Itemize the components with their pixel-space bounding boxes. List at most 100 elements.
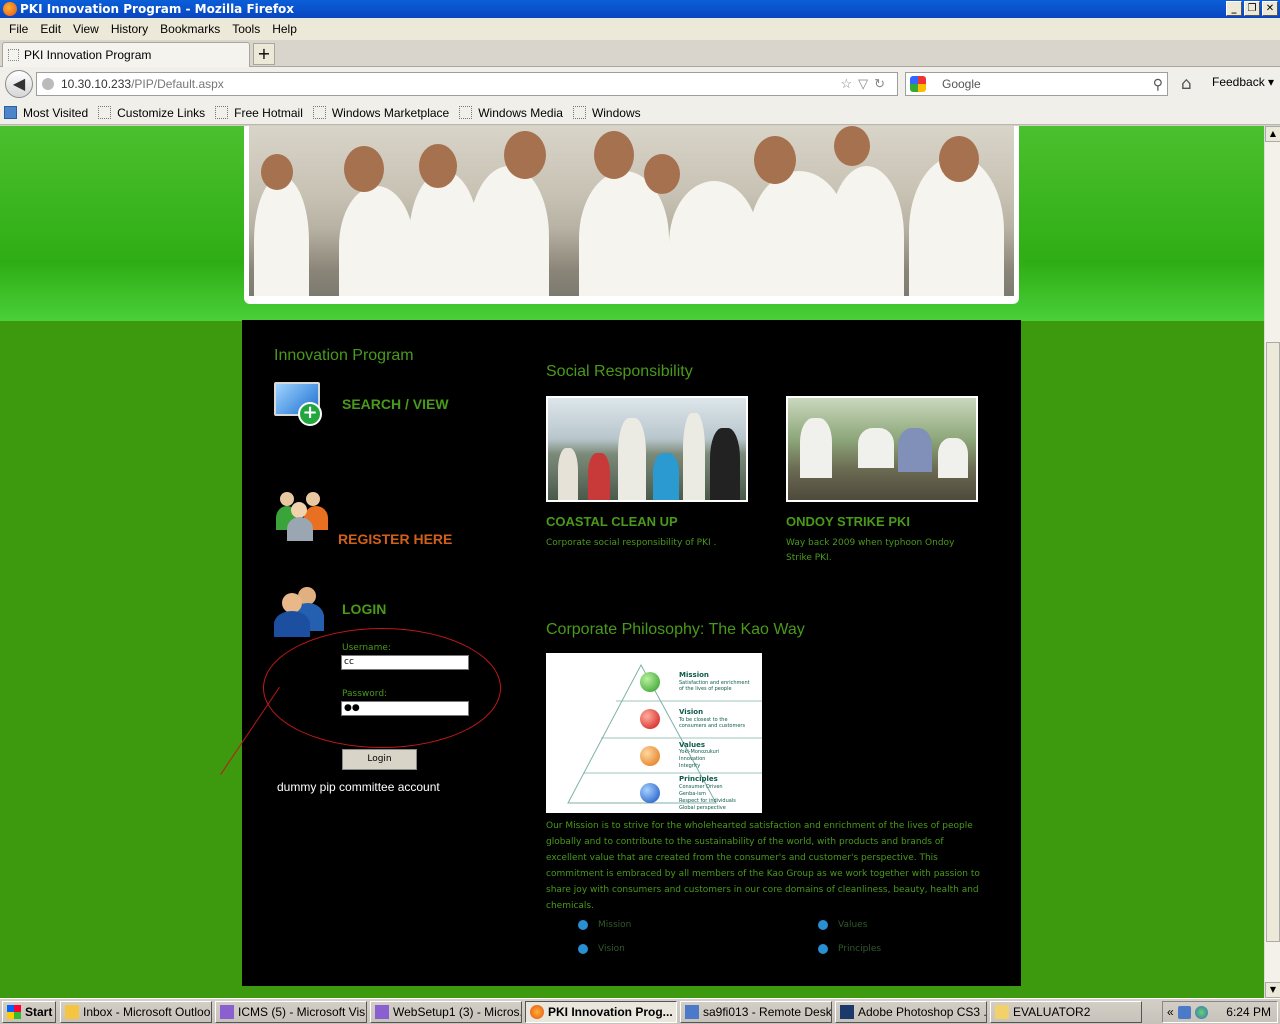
pyramid-vision-label: Vision	[679, 708, 704, 716]
network-icon[interactable]	[1177, 1005, 1191, 1019]
taskbar-item-websetup[interactable]: WebSetup1 (3) - Micros...	[370, 1000, 522, 1023]
monitor-add-icon[interactable]: +	[274, 382, 324, 426]
minimize-button[interactable]: _	[1226, 1, 1242, 16]
reload-icon[interactable]: ↻	[874, 76, 891, 91]
dropdown-arrow-icon[interactable]: ▽	[858, 76, 874, 91]
photo-person	[858, 428, 894, 468]
bookmark-star-icon[interactable]: ☆	[840, 76, 858, 91]
taskbar-item-remote-desktop[interactable]: sa9fi013 - Remote Desk...	[680, 1000, 832, 1023]
search-view-link[interactable]: SEARCH / VIEW	[342, 396, 449, 412]
taskbar-item-outlook[interactable]: Inbox - Microsoft Outlook	[60, 1000, 212, 1023]
taskbar-item-label: EVALUATOR2	[1013, 1004, 1091, 1019]
icon-head	[282, 593, 302, 613]
photo-person	[618, 418, 646, 500]
outlook-icon	[65, 1004, 79, 1019]
ondoy-strike-photo[interactable]	[786, 396, 978, 502]
remote-desktop-icon	[685, 1004, 699, 1019]
bookmark-customize-links[interactable]: Customize Links	[98, 106, 205, 120]
link-mission[interactable]: Mission	[578, 920, 631, 930]
home-icon[interactable]: ⌂	[1181, 74, 1192, 94]
windows-taskbar: Start Inbox - Microsoft Outlook ICMS (5)…	[0, 998, 1280, 1024]
register-here-link[interactable]: REGISTER HERE	[338, 531, 452, 547]
bullet-icon	[578, 920, 588, 930]
menu-file[interactable]: File	[3, 22, 34, 36]
photo-head	[594, 131, 634, 179]
menu-tools[interactable]: Tools	[226, 22, 266, 36]
ondoy-strike-title[interactable]: ONDOY STRIKE PKI	[786, 514, 910, 529]
globe-icon	[42, 78, 54, 90]
new-tab-button[interactable]: +	[253, 43, 275, 65]
photo-person	[254, 176, 309, 296]
users-group-icon[interactable]	[276, 490, 332, 542]
url-bar[interactable]: 10.30.10.233/PIP/Default.aspx ☆▽↻	[36, 72, 898, 96]
link-principles[interactable]: Principles	[818, 944, 881, 954]
bookmarks-toolbar: Most Visited Customize Links Free Hotmai…	[0, 101, 1280, 125]
pyramid-values-line: Innovation	[679, 756, 706, 762]
scroll-thumb[interactable]	[1266, 342, 1280, 942]
menu-bar: File Edit View History Bookmarks Tools H…	[0, 18, 1280, 40]
link-vision[interactable]: Vision	[578, 944, 625, 954]
users-login-icon[interactable]	[274, 585, 328, 637]
back-button[interactable]: ◀	[5, 70, 33, 98]
password-label: Password:	[342, 689, 388, 699]
pyramid-mission-line: of the lives of people	[679, 686, 732, 692]
mission-ball-icon	[640, 672, 660, 692]
login-heading: LOGIN	[342, 601, 387, 617]
taskbar-item-photoshop[interactable]: Adobe Photoshop CS3 ...	[835, 1000, 987, 1023]
bookmark-icon	[4, 106, 17, 119]
menu-edit[interactable]: Edit	[34, 22, 67, 36]
link-values[interactable]: Values	[818, 920, 867, 930]
url-tools: ☆▽↻	[840, 73, 891, 95]
search-input[interactable]: Google ⚲	[905, 72, 1168, 96]
menu-bookmarks[interactable]: Bookmarks	[154, 22, 226, 36]
feedback-button[interactable]: Feedback ▾	[1212, 75, 1274, 89]
photo-head	[939, 136, 979, 182]
scroll-down-arrow-icon[interactable]: ▼	[1265, 982, 1280, 998]
pyramid-mission-label: Mission	[679, 671, 709, 679]
tray-expand-button[interactable]: «	[1167, 1005, 1174, 1019]
page-icon	[98, 106, 112, 119]
coastal-cleanup-desc: Corporate social responsibility of PKI .	[546, 538, 717, 548]
login-button[interactable]: Login	[342, 749, 417, 770]
scroll-up-arrow-icon[interactable]: ▲	[1265, 126, 1280, 142]
username-input[interactable]: cc	[341, 655, 469, 670]
bookmark-windows[interactable]: Windows	[572, 106, 641, 120]
taskbar-item-evaluator2[interactable]: EVALUATOR2	[990, 1000, 1142, 1023]
feedback-label: Feedback	[1212, 75, 1265, 89]
search-icon[interactable]: ⚲	[1153, 73, 1163, 95]
taskbar-item-firefox[interactable]: PKI Innovation Prog...	[525, 1000, 677, 1023]
photo-person	[588, 453, 610, 500]
vision-ball-icon	[640, 709, 660, 729]
bookmark-most-visited[interactable]: Most Visited	[4, 106, 88, 120]
bookmark-windows-media[interactable]: Windows Media	[459, 106, 563, 120]
menu-view[interactable]: View	[67, 22, 105, 36]
taskbar-item-label: sa9fi013 - Remote Desk...	[703, 1004, 832, 1019]
bullet-icon	[818, 944, 828, 954]
menu-history[interactable]: History	[105, 22, 154, 36]
bookmark-free-hotmail[interactable]: Free Hotmail	[215, 106, 303, 120]
start-button[interactable]: Start	[2, 1000, 56, 1023]
taskbar-item-label: WebSetup1 (3) - Micros...	[393, 1004, 522, 1019]
google-icon	[910, 76, 926, 92]
menu-help[interactable]: Help	[266, 22, 303, 36]
coastal-cleanup-title[interactable]: COASTAL CLEAN UP	[546, 514, 678, 529]
restore-button[interactable]: ❐	[1244, 1, 1260, 16]
bookmark-label: Most Visited	[23, 105, 89, 120]
visual-studio-icon	[375, 1004, 389, 1019]
icon-head	[306, 492, 320, 506]
tab-pki-innovation[interactable]: PKI Innovation Program	[2, 42, 250, 67]
vertical-scrollbar[interactable]: ▲ ▼	[1264, 126, 1280, 998]
firefox-icon	[530, 1004, 544, 1019]
close-button[interactable]: ✕	[1262, 1, 1278, 16]
bullet-icon	[578, 944, 588, 954]
globe-icon[interactable]	[1194, 1005, 1208, 1019]
taskbar-item-label: Inbox - Microsoft Outlook	[83, 1004, 212, 1019]
kao-way-pyramid[interactable]: Mission Satisfaction and enrichment of t…	[546, 653, 762, 813]
password-input[interactable]: ●●	[341, 701, 469, 716]
principles-ball-icon	[640, 783, 660, 803]
taskbar-item-icms[interactable]: ICMS (5) - Microsoft Vis...	[215, 1000, 367, 1023]
visual-studio-icon	[220, 1004, 234, 1019]
coastal-cleanup-photo[interactable]	[546, 396, 748, 502]
bookmark-label: Customize Links	[117, 105, 206, 120]
bookmark-windows-marketplace[interactable]: Windows Marketplace	[312, 106, 449, 120]
